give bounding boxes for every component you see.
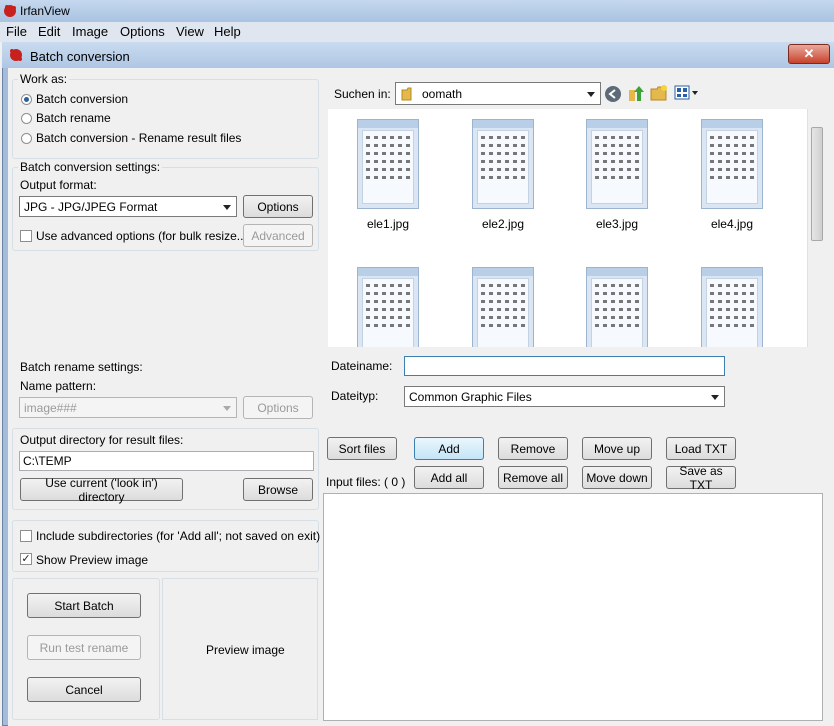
input-files-label: Input files: ( 0 )	[326, 475, 406, 489]
look-in-select[interactable]: oomath	[395, 82, 601, 105]
preview-image-label: Preview image	[206, 643, 285, 657]
name-pattern-field[interactable]: image###	[19, 397, 237, 418]
include-subdirectories-label[interactable]: Include subdirectories (for 'Add all'; n…	[36, 529, 320, 543]
scrollbar-thumb[interactable]	[811, 127, 823, 241]
file-thumbnail[interactable]	[357, 119, 419, 209]
output-format-select[interactable]: JPG - JPG/JPEG Format	[19, 196, 237, 217]
menu-image[interactable]: Image	[72, 24, 108, 39]
file-thumbnail[interactable]	[357, 267, 419, 347]
radio-batch-conversion-label[interactable]: Batch conversion	[36, 92, 128, 106]
filetype-value: Common Graphic Files	[409, 389, 532, 404]
conversion-settings-label: Batch conversion settings:	[18, 160, 163, 174]
browse-button[interactable]: Browse	[243, 478, 313, 501]
radio-batch-rename-label[interactable]: Batch rename	[36, 111, 111, 125]
filename-input[interactable]	[404, 356, 725, 376]
output-format-label: Output format:	[20, 178, 97, 192]
file-name[interactable]: ele3.jpg	[572, 217, 662, 231]
menu-view[interactable]: View	[176, 24, 204, 39]
file-name[interactable]: ele4.jpg	[687, 217, 777, 231]
input-files-list[interactable]	[323, 493, 823, 721]
add-all-button[interactable]: Add all	[414, 466, 484, 489]
move-up-button[interactable]: Move up	[582, 437, 652, 460]
remove-button[interactable]: Remove	[498, 437, 568, 460]
show-preview-label[interactable]: Show Preview image	[36, 553, 148, 567]
start-batch-button[interactable]: Start Batch	[27, 593, 141, 618]
advanced-button[interactable]: Advanced	[243, 224, 313, 247]
chevron-down-icon	[223, 204, 231, 210]
app-title-bar: IrfanView	[0, 0, 834, 22]
save-as-txt-button[interactable]: Save as TXT	[666, 464, 736, 492]
output-directory-value: C:\TEMP	[23, 454, 72, 468]
output-directory-input[interactable]: C:\TEMP	[19, 451, 314, 471]
file-thumbnail[interactable]	[472, 267, 534, 347]
browser-scrollbar[interactable]	[807, 109, 824, 347]
include-subdirectories-checkbox[interactable]	[20, 530, 32, 542]
up-folder-icon[interactable]	[627, 84, 645, 102]
dialog-title-bar: Batch conversion	[2, 42, 834, 68]
back-icon[interactable]	[604, 85, 622, 103]
remove-all-button[interactable]: Remove all	[498, 466, 568, 489]
menu-edit[interactable]: Edit	[38, 24, 60, 39]
cancel-button[interactable]: Cancel	[27, 677, 141, 702]
chevron-down-icon	[587, 91, 595, 97]
file-name[interactable]: ele2.jpg	[458, 217, 548, 231]
new-folder-icon[interactable]	[650, 84, 668, 102]
irfanview-logo-icon	[10, 49, 22, 61]
filetype-label: Dateityp:	[331, 389, 379, 403]
output-directory-label: Output directory for result files:	[20, 433, 184, 447]
folder-icon	[401, 87, 412, 101]
menu-file[interactable]: File	[6, 24, 27, 39]
look-in-value: oomath	[422, 86, 463, 101]
file-thumbnail[interactable]	[586, 119, 648, 209]
radio-conversion-rename-label[interactable]: Batch conversion - Rename result files	[36, 131, 241, 145]
filetype-select[interactable]: Common Graphic Files	[404, 386, 725, 407]
chevron-down-icon	[711, 394, 719, 400]
radio-conversion-rename[interactable]	[21, 133, 32, 144]
file-browser[interactable]: ele1.jpg ele2.jpg ele3.jpg ele4.jpg	[328, 109, 824, 347]
view-menu-icon[interactable]	[674, 85, 700, 101]
add-button[interactable]: Add	[414, 437, 484, 460]
menu-help[interactable]: Help	[214, 24, 241, 39]
file-name[interactable]: ele1.jpg	[343, 217, 433, 231]
load-txt-button[interactable]: Load TXT	[666, 437, 736, 460]
output-format-value: JPG - JPG/JPEG Format	[24, 199, 158, 214]
file-thumbnail[interactable]	[472, 119, 534, 209]
radio-batch-rename[interactable]	[21, 113, 32, 124]
file-thumbnail[interactable]	[701, 267, 763, 347]
filename-label: Dateiname:	[331, 359, 393, 373]
use-current-directory-button[interactable]: Use current ('look in') directory	[20, 476, 183, 504]
irfanview-logo-icon	[4, 5, 16, 17]
name-pattern-label: Name pattern:	[20, 379, 97, 393]
radio-batch-conversion[interactable]	[21, 94, 32, 105]
run-test-rename-button[interactable]: Run test rename	[27, 635, 141, 660]
advanced-options-label[interactable]: Use advanced options (for bulk resize...…	[36, 229, 251, 243]
rename-options-button[interactable]: Options	[243, 396, 313, 419]
app-title: IrfanView	[20, 4, 70, 18]
look-in-label: Suchen in:	[334, 87, 391, 101]
file-thumbnail[interactable]	[701, 119, 763, 209]
name-pattern-value: image###	[24, 400, 77, 415]
advanced-options-checkbox[interactable]	[20, 230, 32, 242]
chevron-down-icon	[223, 405, 231, 411]
work-as-label: Work as:	[18, 72, 70, 86]
move-down-button[interactable]: Move down	[582, 466, 652, 489]
menu-options[interactable]: Options	[120, 24, 165, 39]
dialog-title: Batch conversion	[30, 49, 130, 64]
app-menu-bar: File Edit Image Options View Help	[0, 22, 834, 42]
format-options-button[interactable]: Options	[243, 195, 313, 218]
sort-files-button[interactable]: Sort files	[327, 437, 397, 460]
close-button[interactable]: ✕	[788, 44, 830, 64]
file-thumbnail[interactable]	[586, 267, 648, 347]
rename-settings-label: Batch rename settings:	[20, 360, 143, 374]
show-preview-checkbox[interactable]: ✓	[20, 553, 32, 565]
